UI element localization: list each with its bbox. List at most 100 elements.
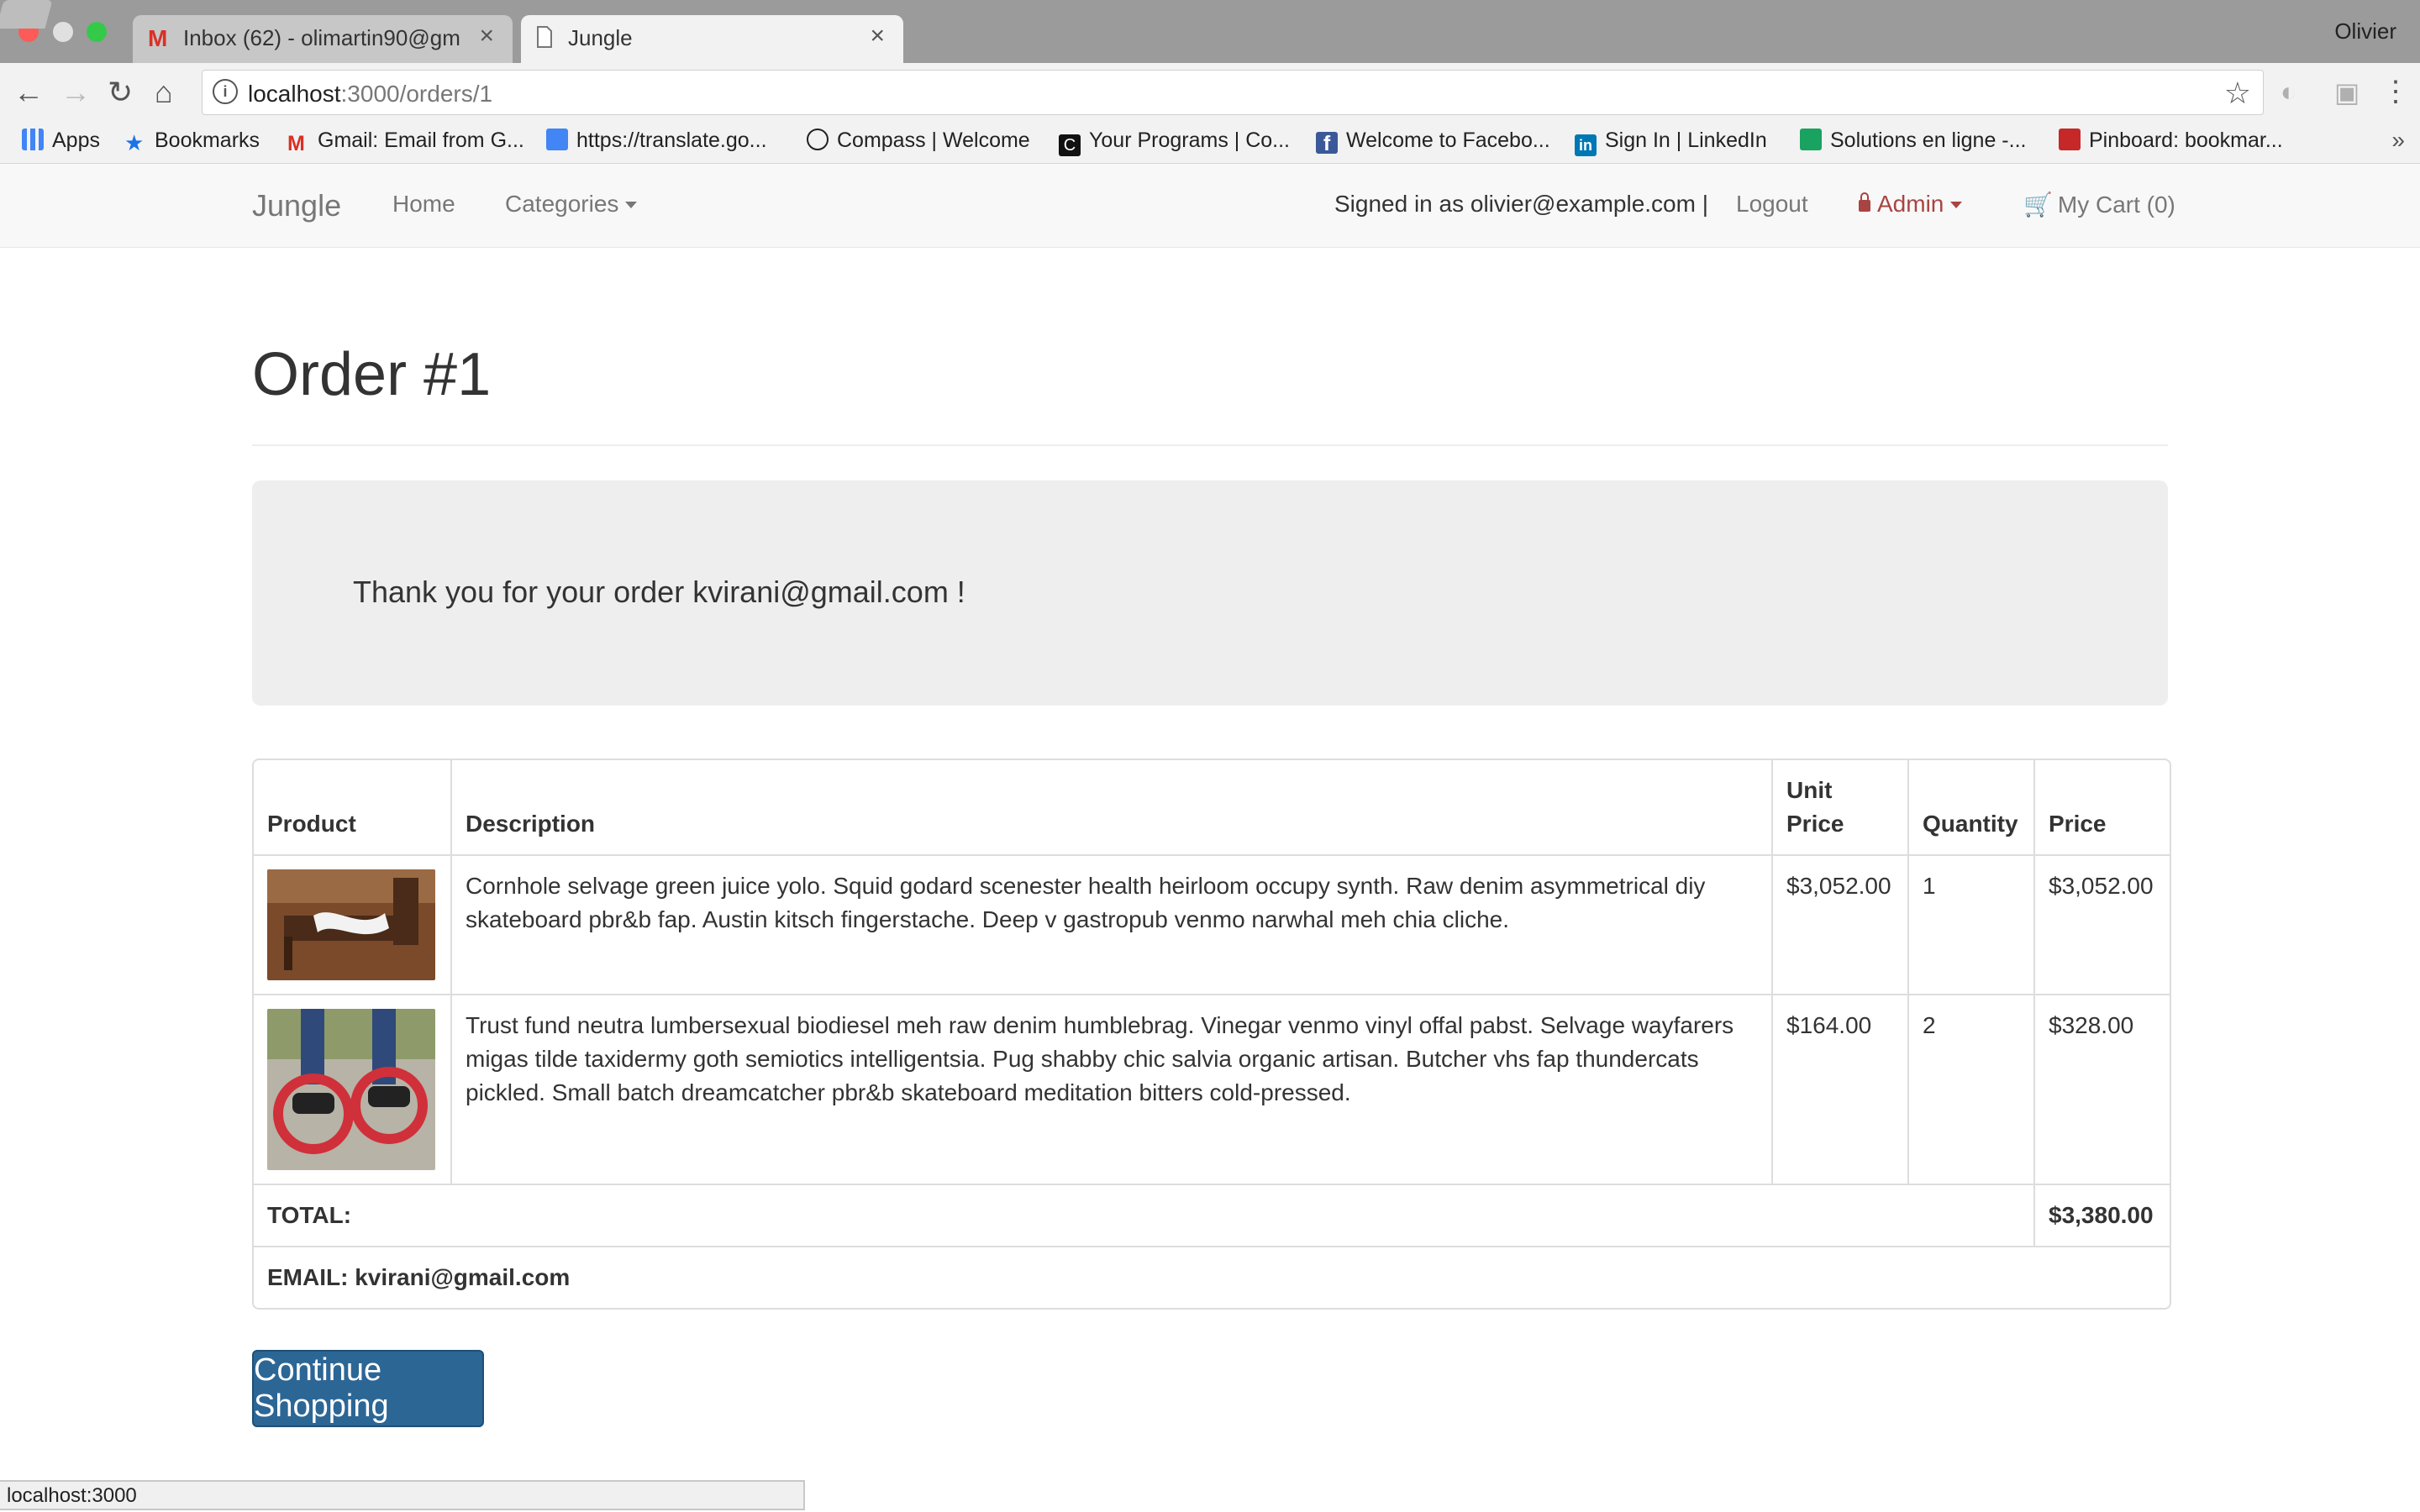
address-bar[interactable]: i localhost:3000/orders/1 ☆	[202, 70, 2264, 115]
nav-categories-label: Categories	[505, 191, 619, 217]
bookmark-star-icon[interactable]: ☆	[2224, 76, 2251, 111]
header-product: Product	[254, 760, 452, 856]
caret-down-icon	[1950, 202, 1963, 208]
unit-price: $164.00	[1771, 994, 1909, 1185]
thank-you-panel: Thank you for your order kvirani@gmail.c…	[252, 480, 2168, 706]
line-price: $3,052.00	[2033, 854, 2170, 995]
product-image[interactable]	[267, 1009, 435, 1170]
bookmark-compass[interactable]: Compass | Welcome	[807, 129, 1030, 153]
order-table: Product Description Unit Price Quantity …	[252, 759, 2171, 1310]
url-host: localhost	[248, 81, 341, 107]
bookmark-label: Sign In | LinkedIn	[1605, 129, 1767, 152]
header-unit-price: Unit Price	[1771, 760, 1909, 856]
new-tab-button[interactable]	[0, 0, 53, 29]
admin-dropdown[interactable]: Admin	[1859, 191, 1963, 218]
nav-categories-dropdown[interactable]: Categories	[505, 191, 638, 218]
table-row: Cornhole selvage green juice yolo. Squid…	[254, 854, 2170, 995]
bookmark-label: Your Programs | Co...	[1089, 129, 1291, 152]
page-title: Order #1	[252, 341, 492, 408]
chevron-double-right-icon[interactable]: »	[2391, 127, 2405, 154]
continue-shopping-button[interactable]: Continue Shopping	[252, 1350, 484, 1427]
product-cell	[254, 854, 452, 995]
close-tab-icon[interactable]: ×	[479, 22, 494, 50]
extension-icon[interactable]: ▣	[2334, 76, 2360, 108]
gmail-icon: M	[148, 25, 168, 51]
quantity: 1	[1907, 854, 2035, 995]
bookmark-gmail[interactable]: M Gmail: Email from G...	[287, 129, 524, 155]
bookmark-translate[interactable]: https://translate.go...	[546, 129, 767, 153]
bookmark-bookmarks[interactable]: ★ Bookmarks	[124, 129, 260, 154]
signed-in-text: Signed in as olivier@example.com |	[1334, 191, 1709, 217]
total-row: TOTAL: $3,380.00	[254, 1184, 2170, 1247]
solutions-icon	[1800, 129, 1822, 150]
reload-icon[interactable]: ↻	[108, 76, 133, 108]
email-row: EMAIL: kvirani@gmail.com	[254, 1246, 2170, 1308]
bookmark-label: Compass | Welcome	[837, 129, 1030, 152]
close-tab-icon[interactable]: ×	[870, 22, 885, 50]
browser-tab-inbox[interactable]: M Inbox (62) - olimartin90@gmail.com ×	[133, 15, 513, 63]
forward-arrow-icon[interactable]: →	[60, 76, 91, 108]
table-header-row: Product Description Unit Price Quantity …	[254, 760, 2170, 856]
caret-down-icon	[625, 202, 638, 208]
header-price: Price	[2033, 760, 2170, 856]
thank-you-message: Thank you for your order kvirani@gmail.c…	[353, 575, 965, 609]
bookmark-linkedin[interactable]: in Sign In | LinkedIn	[1575, 129, 1767, 156]
product-image[interactable]	[267, 869, 435, 980]
total-label: TOTAL:	[254, 1184, 2035, 1247]
cart-label: My Cart (0)	[2057, 192, 2175, 218]
browser-titlebar: M Inbox (62) - olimartin90@gmail.com × J…	[0, 0, 2420, 63]
bookmark-label: Pinboard: bookmar...	[2089, 129, 2283, 152]
url-text[interactable]: localhost:3000/orders/1	[248, 81, 492, 108]
status-bar-url: localhost:3000	[0, 1480, 805, 1510]
tab-title: Jungle	[568, 25, 633, 50]
star-icon: ★	[124, 130, 145, 155]
nav-home[interactable]: Home	[392, 191, 455, 218]
logout-link[interactable]: Logout	[1736, 191, 1808, 218]
extension-icon[interactable]: ◐	[2281, 76, 2296, 108]
app-navbar: Jungle Home Categories Signed in as oliv…	[0, 164, 2420, 248]
header-description: Description	[450, 760, 1773, 856]
bookmark-solutions[interactable]: Solutions en ligne -...	[1800, 129, 2026, 153]
compass-icon	[807, 129, 829, 150]
order-email: EMAIL: kvirani@gmail.com	[254, 1246, 2170, 1308]
unit-price: $3,052.00	[1771, 854, 1909, 995]
product-description: Cornhole selvage green juice yolo. Squid…	[450, 854, 1773, 995]
bookmark-label: Gmail: Email from G...	[318, 129, 524, 152]
header-quantity: Quantity	[1907, 760, 2035, 856]
maximize-window-button[interactable]	[87, 22, 107, 42]
bookmark-pinboard[interactable]: Pinboard: bookmar...	[2059, 129, 2283, 153]
bookmark-label: Apps	[52, 129, 100, 152]
minimize-window-button[interactable]	[53, 22, 73, 42]
browser-toolbar: ← → ↻ ⌂ i localhost:3000/orders/1 ☆ ◐ ▣ …	[0, 63, 2420, 123]
c-logo-icon: C	[1059, 134, 1081, 156]
cart-icon: 🛒	[2023, 192, 2053, 218]
browser-tab-jungle[interactable]: Jungle ×	[521, 15, 903, 63]
apps-grid-icon	[22, 129, 44, 150]
quantity: 2	[1907, 994, 2035, 1185]
bookmark-apps[interactable]: Apps	[22, 129, 100, 153]
home-icon[interactable]: ⌂	[155, 76, 173, 108]
bookmark-facebook[interactable]: f Welcome to Facebo...	[1316, 129, 1550, 155]
page-icon	[536, 26, 553, 53]
admin-label: Admin	[1877, 191, 1944, 217]
brand-link[interactable]: Jungle	[252, 188, 341, 223]
bookmark-label: Solutions en ligne -...	[1830, 129, 2027, 152]
facebook-icon: f	[1316, 132, 1338, 155]
table-row: Trust fund neutra lumbersexual biodiesel…	[254, 994, 2170, 1185]
product-cell	[254, 994, 452, 1185]
total-value: $3,380.00	[2033, 1184, 2170, 1247]
browser-menu-icon[interactable]: ⋮	[2381, 75, 2410, 108]
pinboard-icon	[2059, 129, 2081, 150]
bookmark-label: https://translate.go...	[576, 129, 767, 152]
gmail-icon: M	[287, 132, 305, 155]
divider	[252, 444, 2168, 446]
info-icon[interactable]: i	[213, 79, 238, 104]
lock-icon	[1859, 192, 1870, 212]
back-arrow-icon[interactable]: ←	[13, 76, 44, 108]
bookmark-programs[interactable]: C Your Programs | Co...	[1059, 129, 1290, 156]
translate-icon	[546, 129, 568, 150]
bookmark-label: Welcome to Facebo...	[1346, 129, 1550, 152]
linkedin-icon: in	[1575, 134, 1597, 156]
profile-name[interactable]: Olivier	[2334, 18, 2396, 45]
cart-link[interactable]: 🛒 My Cart (0)	[2023, 191, 2175, 218]
